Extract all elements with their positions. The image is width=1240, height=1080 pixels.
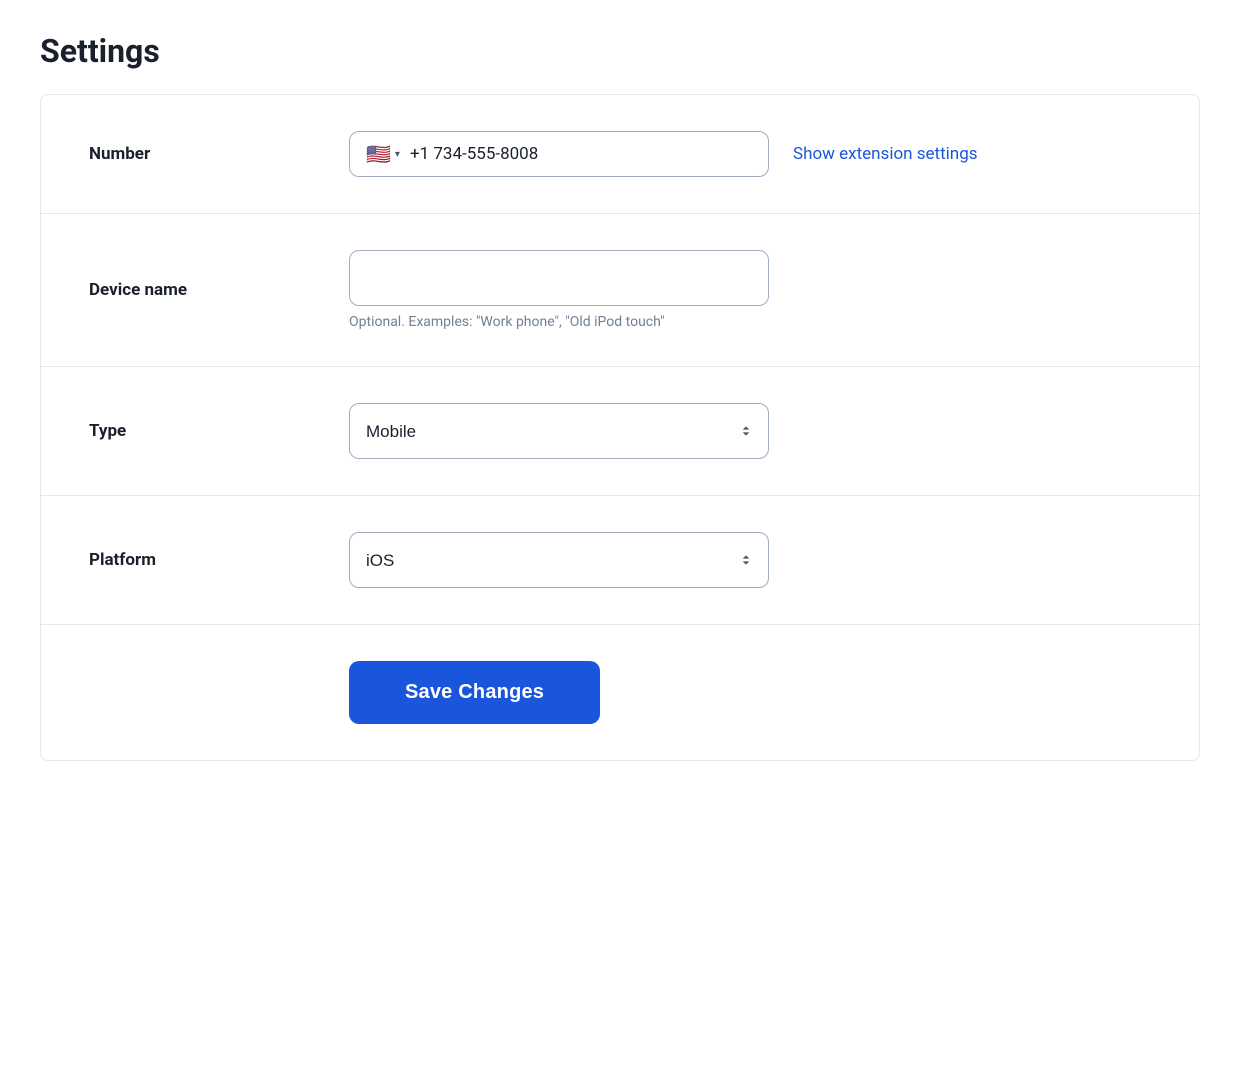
type-row: Type Mobile Landline VoIP Other	[41, 367, 1199, 496]
page-title: Settings	[40, 32, 1200, 70]
type-label: Type	[89, 421, 349, 441]
platform-label: Platform	[89, 550, 349, 570]
save-row: Save Changes	[41, 625, 1199, 760]
device-name-control: Optional. Examples: "Work phone", "Old i…	[349, 250, 769, 330]
flag-icon: 🇺🇸	[366, 144, 391, 164]
platform-control: iOS Android Windows Mac Other	[349, 532, 1151, 588]
save-changes-button[interactable]: Save Changes	[349, 661, 600, 724]
device-name-input[interactable]	[349, 250, 769, 306]
device-name-label: Device name	[89, 280, 349, 300]
number-row: Number 🇺🇸 ▾ +1 734-555-8008 Show extensi…	[41, 95, 1199, 214]
flag-selector[interactable]: 🇺🇸 ▾	[366, 144, 400, 164]
device-name-row: Device name Optional. Examples: "Work ph…	[41, 214, 1199, 367]
type-control: Mobile Landline VoIP Other	[349, 403, 1151, 459]
number-control: 🇺🇸 ▾ +1 734-555-8008 Show extension sett…	[349, 131, 1151, 177]
number-input-wrapper[interactable]: 🇺🇸 ▾ +1 734-555-8008	[349, 131, 769, 177]
type-select[interactable]: Mobile Landline VoIP Other	[349, 403, 769, 459]
show-extension-settings-link[interactable]: Show extension settings	[793, 144, 978, 164]
phone-number-display: +1 734-555-8008	[410, 144, 538, 164]
number-label: Number	[89, 144, 349, 164]
platform-row: Platform iOS Android Windows Mac Other	[41, 496, 1199, 625]
platform-select[interactable]: iOS Android Windows Mac Other	[349, 532, 769, 588]
flag-dropdown-icon: ▾	[395, 149, 400, 160]
device-name-hint: Optional. Examples: "Work phone", "Old i…	[349, 314, 769, 330]
settings-form: Number 🇺🇸 ▾ +1 734-555-8008 Show extensi…	[40, 94, 1200, 761]
